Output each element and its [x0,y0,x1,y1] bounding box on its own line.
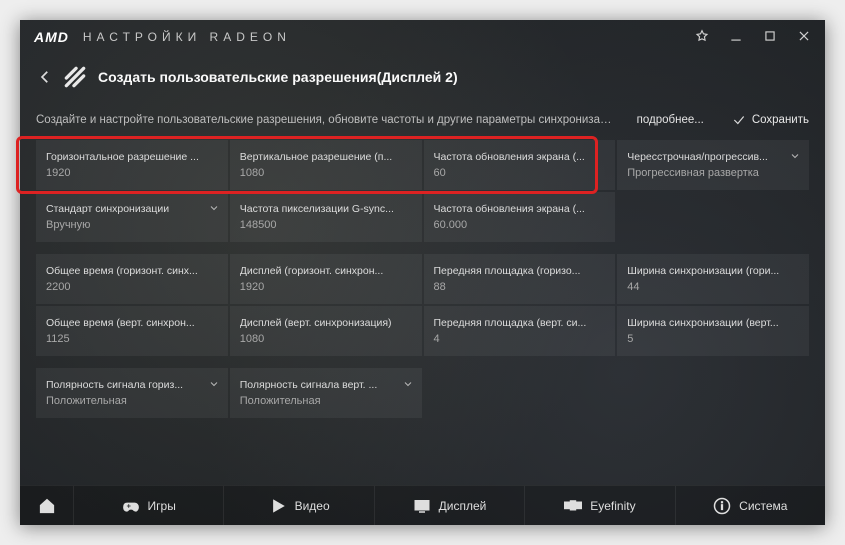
cell-label: Передняя площадка (верт. си... [434,317,606,329]
cell-label: Передняя площадка (горизо... [434,265,606,277]
home-icon [38,497,56,515]
cell-value: Положительная [46,395,218,407]
cell-h-display[interactable]: Дисплей (горизонт. синхрон... 1920 [230,254,422,304]
cell-value: 60 [434,167,606,179]
display-icon [413,497,431,515]
cell-label: Частота пикселизации G-sync... [240,203,412,215]
save-button[interactable]: Сохранить [732,113,809,127]
more-link[interactable]: подробнее... [637,114,704,126]
row-gap [36,358,809,366]
cell-label: Дисплей (горизонт. синхрон... [240,265,412,277]
bottom-nav: Игры Видео Дисплей Eyefinity Система [20,485,825,525]
nav-display[interactable]: Дисплей [375,486,525,525]
description-text: Создайте и настройте пользовательские ра… [36,114,613,126]
chevron-down-icon [789,150,801,162]
window-controls [695,29,811,46]
titlebar: AMD НАСТРОЙКИ RADEON [20,20,825,54]
favorite-icon[interactable] [695,29,709,46]
empty-cell [617,368,809,418]
chevron-down-icon [208,378,220,390]
nav-label: Eyefinity [590,499,635,513]
empty-cell [424,368,616,418]
chevron-down-icon [402,378,414,390]
cell-value: 44 [627,281,799,293]
settings-grid-wrap: Горизонтальное разрешение ... 1920 Верти… [20,140,825,418]
cell-value: 1125 [46,333,218,345]
cell-value: 5 [627,333,799,345]
nav-label: Система [739,499,787,513]
row-gap [36,244,809,252]
cell-value: 1920 [240,281,412,293]
nav-video[interactable]: Видео [224,486,374,525]
cell-v-front-porch[interactable]: Передняя площадка (верт. си... 4 [424,306,616,356]
cell-value: 60.000 [434,219,606,231]
back-button[interactable] [34,66,56,88]
play-icon [269,497,287,515]
cell-value: Вручную [46,219,218,231]
empty-cell [617,192,809,242]
cell-label: Стандарт синхронизации [46,203,218,215]
save-label: Сохранить [752,114,809,126]
cell-label: Полярность сигнала верт. ... [240,379,412,391]
page-title: Создать пользовательские разрешения(Дисп… [98,69,458,85]
settings-grid: Горизонтальное разрешение ... 1920 Верти… [36,140,809,418]
chevron-down-icon [208,202,220,214]
cell-pixel-clock[interactable]: Частота пикселизации G-sync... 148500 [230,192,422,242]
cell-value: 2200 [46,281,218,293]
maximize-icon[interactable] [763,29,777,46]
cell-h-total[interactable]: Общее время (горизонт. синх... 2200 [36,254,228,304]
cell-sync-standard[interactable]: Стандарт синхронизации Вручную [36,192,228,242]
cell-v-polarity[interactable]: Полярность сигнала верт. ... Положительн… [230,368,422,418]
cell-label: Общее время (верт. синхрон... [46,317,218,329]
app-title: НАСТРОЙКИ RADEON [83,30,695,44]
gamepad-icon [122,497,140,515]
cell-v-display[interactable]: Дисплей (верт. синхронизация) 1080 [230,306,422,356]
nav-games[interactable]: Игры [74,486,224,525]
cell-label: Общее время (горизонт. синх... [46,265,218,277]
app-window: AMD НАСТРОЙКИ RADEON Создать пользовател… [20,20,825,525]
cell-label: Вертикальное разрешение (п... [240,151,412,163]
cell-v-total[interactable]: Общее время (верт. синхрон... 1125 [36,306,228,356]
nav-home[interactable] [20,486,74,525]
cell-h-front-porch[interactable]: Передняя площадка (горизо... 88 [424,254,616,304]
nav-system[interactable]: Система [676,486,825,525]
cell-label: Ширина синхронизации (гори... [627,265,799,277]
custom-resolution-icon [62,64,88,90]
info-icon [713,497,731,515]
cell-value: 1080 [240,333,412,345]
cell-refresh-rate-precise[interactable]: Частота обновления экрана (... 60.000 [424,192,616,242]
amd-logo: AMD [34,29,69,45]
cell-label: Полярность сигнала гориз... [46,379,218,391]
cell-label: Чересстрочная/прогрессив... [627,151,799,163]
cell-refresh-rate[interactable]: Частота обновления экрана (... 60 [424,140,616,190]
cell-value: 88 [434,281,606,293]
cell-value: 1920 [46,167,218,179]
cell-label: Дисплей (верт. синхронизация) [240,317,412,329]
nav-label: Дисплей [439,499,487,513]
cell-label: Ширина синхронизации (верт... [627,317,799,329]
nav-label: Игры [148,499,176,513]
cell-label: Горизонтальное разрешение ... [46,151,218,163]
close-icon[interactable] [797,29,811,46]
cell-value: 1080 [240,167,412,179]
cell-vertical-resolution[interactable]: Вертикальное разрешение (п... 1080 [230,140,422,190]
cell-scan-type[interactable]: Чересстрочная/прогрессив... Прогрессивна… [617,140,809,190]
cell-value: Положительная [240,395,412,407]
eyefinity-icon [564,497,582,515]
nav-eyefinity[interactable]: Eyefinity [525,486,675,525]
nav-label: Видео [295,499,330,513]
cell-h-polarity[interactable]: Полярность сигнала гориз... Положительна… [36,368,228,418]
description-bar: Создайте и настройте пользовательские ра… [20,100,825,140]
cell-v-sync-width[interactable]: Ширина синхронизации (верт... 5 [617,306,809,356]
cell-horizontal-resolution[interactable]: Горизонтальное разрешение ... 1920 [36,140,228,190]
cell-value: 4 [434,333,606,345]
cell-label: Частота обновления экрана (... [434,203,606,215]
cell-label: Частота обновления экрана (... [434,151,606,163]
minimize-icon[interactable] [729,29,743,46]
cell-value: 148500 [240,219,412,231]
page-header: Создать пользовательские разрешения(Дисп… [20,54,825,100]
cell-h-sync-width[interactable]: Ширина синхронизации (гори... 44 [617,254,809,304]
cell-value: Прогрессивная развертка [627,167,799,179]
